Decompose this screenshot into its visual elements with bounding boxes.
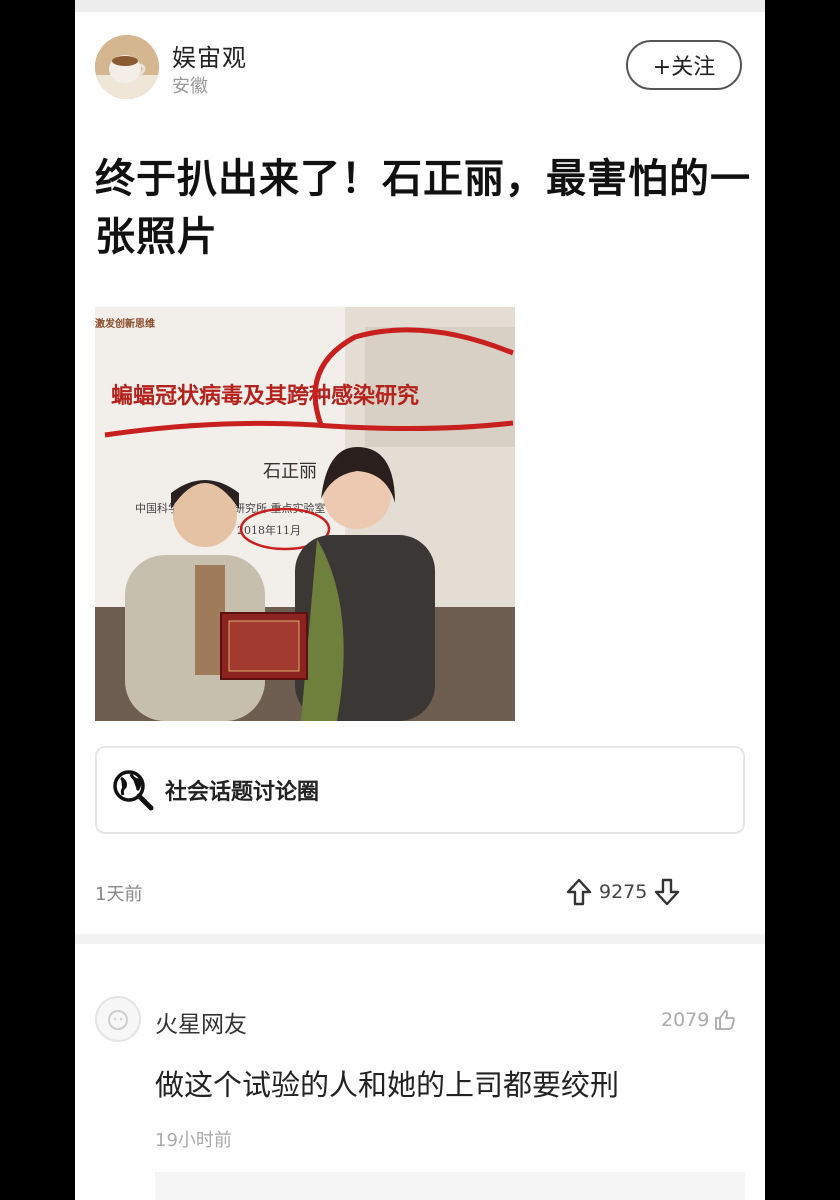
comment-text: 做这个试验的人和她的上司都要绞刑 bbox=[155, 1068, 620, 1102]
post-photo[interactable]: 激发创新思维 蝙蝠冠状病毒及其跨种感染研究 石正丽 中国科学院武汉病毒研究所 重… bbox=[95, 307, 515, 721]
thumbs-up-icon bbox=[715, 1010, 736, 1030]
reply-preview-box[interactable] bbox=[155, 1172, 745, 1200]
author-location: 安徽 bbox=[172, 76, 208, 97]
commenter-avatar[interactable] bbox=[95, 996, 141, 1042]
section-divider bbox=[75, 934, 765, 944]
vote-area: 9275 bbox=[565, 872, 681, 912]
date-text: 2018年11月 bbox=[237, 523, 301, 537]
author-avatar[interactable] bbox=[95, 35, 159, 99]
arrow-down-icon[interactable] bbox=[653, 877, 681, 907]
top-divider bbox=[75, 0, 765, 12]
photo-illustration: 激发创新思维 蝙蝠冠状病毒及其跨种感染研究 石正丽 中国科学院武汉病毒研究所 重… bbox=[95, 307, 515, 721]
author-name[interactable]: 娱宙观 bbox=[172, 38, 247, 73]
banner-text: 蝙蝠冠状病毒及其跨种感染研究 bbox=[111, 383, 419, 409]
follow-button[interactable]: +关注 bbox=[626, 40, 742, 90]
globe-search-icon bbox=[113, 770, 154, 811]
comment-like-count: 2079 bbox=[661, 1009, 710, 1031]
topic-label: 社会话题讨论圈 bbox=[165, 780, 320, 805]
comment-time: 19小时前 bbox=[155, 1130, 232, 1151]
app-screen: 娱宙观 安徽 +关注 终于扒出来了！石正丽，最害怕的一张照片 激发创新思维 蝙蝠… bbox=[75, 0, 765, 1200]
topic-card[interactable]: 社会话题讨论圈 bbox=[95, 746, 745, 834]
comment-like-button[interactable]: 2079 bbox=[661, 1008, 737, 1032]
commenter-name[interactable]: 火星网友 bbox=[155, 1005, 247, 1039]
post-title[interactable]: 终于扒出来了！石正丽，最害怕的一张照片 bbox=[95, 150, 755, 266]
arrow-up-icon[interactable] bbox=[565, 877, 593, 907]
corner-text: 激发创新思维 bbox=[95, 317, 155, 330]
coffee-cup-avatar-image bbox=[95, 35, 159, 99]
vote-count: 9275 bbox=[599, 881, 648, 903]
post-time: 1天前 bbox=[95, 884, 143, 905]
default-user-icon bbox=[108, 1010, 128, 1030]
speaker-text: 石正丽 bbox=[263, 461, 317, 482]
